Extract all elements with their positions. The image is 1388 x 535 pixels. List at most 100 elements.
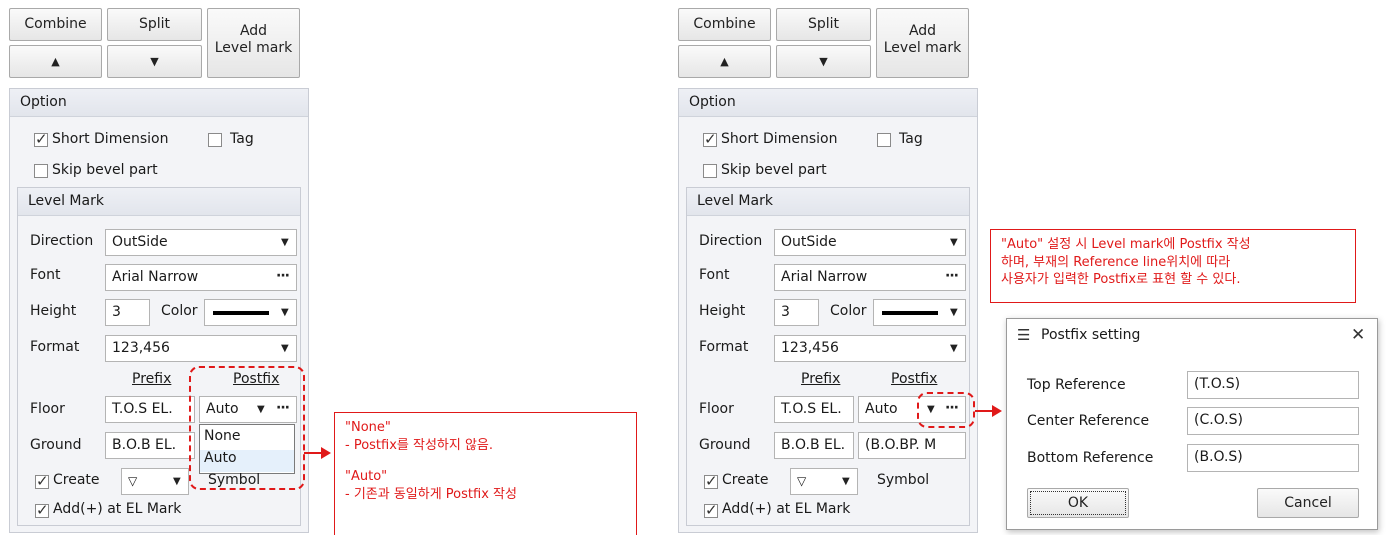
move-down-button[interactable]: ▼	[776, 45, 871, 78]
split-button[interactable]: Split	[776, 8, 871, 41]
ground-prefix-input[interactable]: B.O.B EL.	[105, 432, 195, 459]
more-icon[interactable]: ···	[945, 268, 959, 284]
tag-checkbox[interactable]	[208, 133, 222, 147]
chevron-down-icon: ▼	[281, 307, 289, 318]
chevron-down-icon: ▼	[281, 343, 289, 354]
add-plus-label: Add(+) at EL Mark	[722, 501, 851, 517]
height-input[interactable]: 3	[105, 299, 150, 326]
color-label: Color	[830, 303, 867, 319]
font-label: Font	[30, 267, 61, 283]
move-down-button[interactable]: ▼	[107, 45, 202, 78]
skip-bevel-checkbox[interactable]	[34, 164, 48, 178]
move-up-button[interactable]: ▲	[678, 45, 771, 78]
ground-postfix-input[interactable]: (B.O.BP. M	[858, 432, 966, 459]
level-mark-group-title: Level Mark	[18, 188, 300, 216]
tag-label: Tag	[899, 131, 923, 147]
combine-button[interactable]: Combine	[9, 8, 102, 41]
direction-value: OutSide	[112, 234, 168, 250]
floor-prefix-input[interactable]: T.O.S EL.	[105, 396, 195, 423]
short-dimension-label: Short Dimension	[52, 131, 169, 147]
callout-arrow-head	[992, 405, 1002, 417]
format-select[interactable]: 123,456	[105, 335, 297, 362]
height-input[interactable]: 3	[774, 299, 819, 326]
callout-arrow-line	[975, 410, 993, 412]
left-callout-note: "None" - Postfix를 작성하지 않음. "Auto" - 기존과 …	[334, 412, 637, 535]
font-field[interactable]: Arial Narrow	[105, 264, 297, 291]
callout-line: "Auto"	[345, 469, 388, 485]
ok-button[interactable]: OK	[1027, 488, 1129, 518]
create-label: Create	[722, 472, 769, 488]
direction-select[interactable]: OutSide	[774, 229, 966, 256]
bottom-reference-input[interactable]: (B.O.S)	[1187, 444, 1359, 472]
format-label: Format	[30, 339, 80, 355]
direction-label: Direction	[699, 233, 763, 249]
callout-line: 하며, 부재의 Reference line위치에 따라	[1001, 254, 1231, 270]
prefix-header: Prefix	[132, 371, 172, 387]
top-reference-input[interactable]: (T.O.S)	[1187, 371, 1359, 399]
floor-label: Floor	[30, 401, 65, 417]
short-dimension-checkbox[interactable]	[703, 130, 717, 148]
callout-line: 사용자가 입력한 Postfix로 표현 할 수 있다.	[1001, 272, 1241, 288]
add-level-mark-button[interactable]: Add Level mark	[876, 8, 969, 78]
top-reference-label: Top Reference	[1027, 377, 1126, 393]
chevron-down-icon: ▼	[842, 476, 850, 487]
cancel-button[interactable]: Cancel	[1257, 488, 1359, 518]
center-reference-input[interactable]: (C.O.S)	[1187, 407, 1359, 435]
direction-value: OutSide	[781, 234, 837, 250]
ground-prefix-input[interactable]: B.O.B EL.	[774, 432, 854, 459]
callout-line: "None"	[345, 420, 391, 435]
format-select[interactable]: 123,456	[774, 335, 966, 362]
postfix-header: Postfix	[891, 371, 938, 387]
tag-label: Tag	[230, 131, 254, 147]
font-field[interactable]: Arial Narrow	[774, 264, 966, 291]
callout-arrow-line	[304, 452, 322, 454]
move-up-button[interactable]: ▲	[9, 45, 102, 78]
right-panel: Combine Split Add Level mark ▲ ▼ Option …	[678, 0, 988, 535]
skip-bevel-label: Skip bevel part	[721, 162, 827, 178]
floor-prefix-input[interactable]: T.O.S EL.	[774, 396, 854, 423]
tag-checkbox[interactable]	[877, 133, 891, 147]
create-checkbox[interactable]	[35, 472, 49, 490]
skip-bevel-checkbox[interactable]	[703, 164, 717, 178]
height-value: 3	[112, 304, 121, 320]
chevron-down-icon: ▼	[950, 343, 958, 354]
font-value: Arial Narrow	[781, 269, 868, 285]
chevron-down-icon: ▼	[281, 237, 289, 248]
add-level-mark-button[interactable]: Add Level mark	[207, 8, 300, 78]
split-button[interactable]: Split	[107, 8, 202, 41]
font-label: Font	[699, 267, 730, 283]
prefix-header: Prefix	[801, 371, 841, 387]
add-plus-checkbox[interactable]	[35, 501, 49, 519]
short-dimension-checkbox[interactable]	[34, 130, 48, 148]
add-plus-label: Add(+) at EL Mark	[53, 501, 182, 517]
floor-label: Floor	[699, 401, 734, 417]
font-value: Arial Narrow	[112, 269, 199, 285]
top-reference-value: (T.O.S)	[1194, 376, 1241, 392]
add-plus-checkbox[interactable]	[704, 501, 718, 519]
list-settings-icon: ☰	[1017, 326, 1031, 344]
ground-label: Ground	[30, 437, 82, 453]
more-icon[interactable]: ···	[276, 268, 290, 284]
format-value: 123,456	[781, 340, 839, 356]
callout-line: - Postfix를 작성하지 않음.	[345, 437, 494, 453]
postfix-setting-dialog: ☰ Postfix setting ✕ Top Reference (T.O.S…	[1006, 318, 1378, 530]
format-value: 123,456	[112, 340, 170, 356]
right-callout-note: "Auto" 설정 시 Level mark에 Postfix 작성 하며, 부…	[990, 229, 1356, 303]
combine-button[interactable]: Combine	[678, 8, 771, 41]
close-icon[interactable]: ✕	[1351, 325, 1365, 345]
direction-select[interactable]: OutSide	[105, 229, 297, 256]
create-label: Create	[53, 472, 100, 488]
floor-prefix-value: T.O.S EL.	[781, 401, 842, 417]
postfix-button-highlight-box	[917, 392, 975, 428]
height-value: 3	[781, 304, 790, 320]
floor-prefix-value: T.O.S EL.	[112, 401, 173, 417]
color-swatch	[882, 311, 938, 315]
create-checkbox[interactable]	[704, 472, 718, 490]
symbol-value: ▽	[128, 474, 138, 488]
option-group-title: Option	[679, 89, 977, 117]
callout-line: "Auto" 설정 시 Level mark에 Postfix 작성	[1001, 237, 1251, 252]
callout-line: - 기존과 동일하게 Postfix 작성	[345, 486, 517, 502]
height-label: Height	[699, 303, 746, 319]
option-group-title: Option	[10, 89, 308, 117]
postfix-highlight-box	[189, 366, 305, 490]
